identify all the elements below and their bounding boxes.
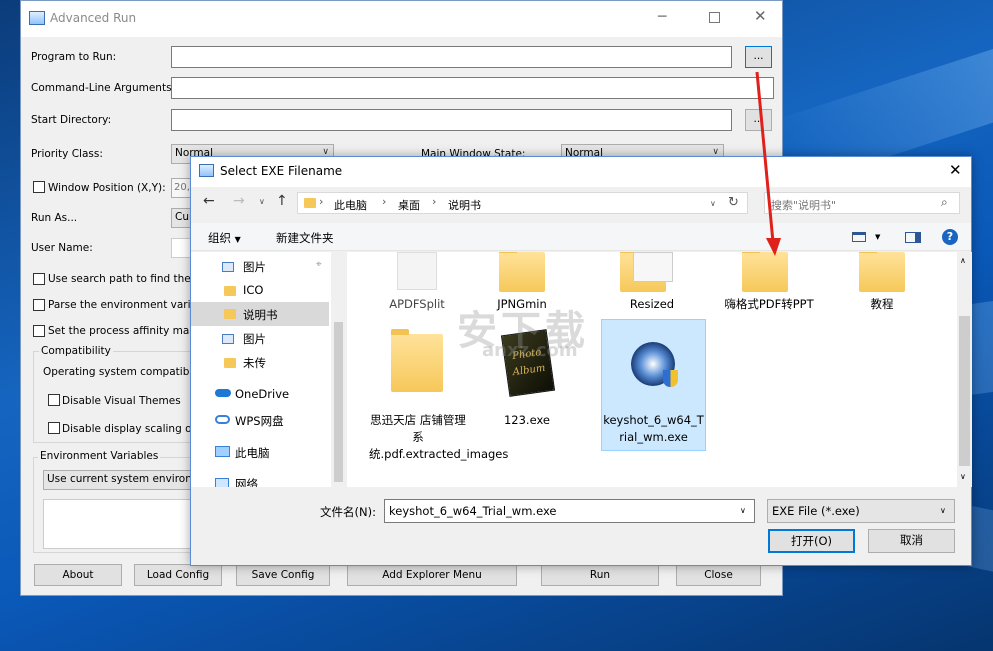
annotation-arrow xyxy=(755,71,781,256)
arrow-head xyxy=(766,238,781,256)
arrow-line xyxy=(755,71,775,243)
